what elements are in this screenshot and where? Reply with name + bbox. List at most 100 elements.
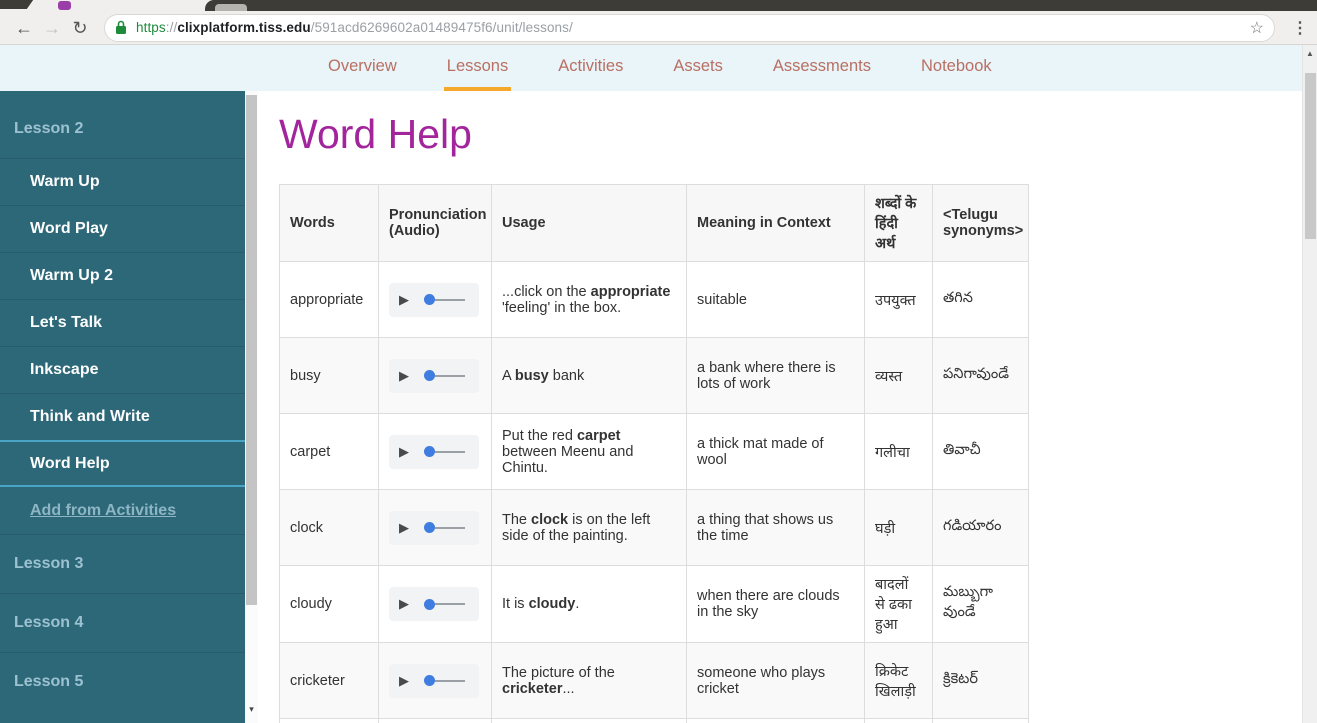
col-header-telugu: <Telugu synonyms> bbox=[932, 184, 1029, 262]
hindi-cell: घड़ी bbox=[864, 489, 933, 566]
audio-seek-track[interactable] bbox=[435, 450, 465, 453]
audio-player[interactable]: ▶ bbox=[389, 434, 479, 469]
audio-player[interactable]: ▶ bbox=[389, 663, 479, 698]
word-cell: appropriate bbox=[279, 261, 379, 338]
audio-seek-knob[interactable] bbox=[424, 370, 435, 381]
sidebar-item-lesson-4[interactable]: Lesson 4 bbox=[0, 593, 245, 652]
sidebar-item-word-play[interactable]: Word Play bbox=[0, 205, 245, 252]
table-row: cloudy ▶ It is cloudy. when there are cl… bbox=[279, 565, 1029, 643]
word-cell: cloudy bbox=[279, 565, 379, 643]
meaning-cell: suitable bbox=[686, 261, 865, 338]
lessons-sidebar: Lesson 2 Warm Up Word Play Warm Up 2 Let… bbox=[0, 91, 245, 723]
sidebar-item-inkscape[interactable]: Inkscape bbox=[0, 346, 245, 393]
sidebar-item-think-and-write[interactable]: Think and Write bbox=[0, 393, 245, 440]
word-help-table: Words Pronunciation (Audio) Usage Meanin… bbox=[279, 184, 1029, 723]
tab-activities[interactable]: Activities bbox=[555, 45, 626, 91]
tab-overview[interactable]: Overview bbox=[325, 45, 400, 91]
sidebar-scroll-down-icon[interactable]: ▾ bbox=[245, 704, 258, 715]
meaning-cell: a thick mat made of wool bbox=[686, 413, 865, 490]
play-icon[interactable]: ▶ bbox=[399, 596, 409, 612]
address-bar[interactable]: https://clixplatform.tiss.edu/591acd6269… bbox=[104, 13, 1275, 42]
hindi-cell: व्यस्त bbox=[864, 337, 933, 414]
sidebar-item-lets-talk[interactable]: Let's Talk bbox=[0, 299, 245, 346]
usage-cell: A busy bank bbox=[491, 337, 687, 414]
sidebar-item-warm-up[interactable]: Warm Up bbox=[0, 158, 245, 205]
forward-icon[interactable]: → bbox=[38, 19, 66, 37]
usage-cell: ...click on the appropriate 'feeling' in… bbox=[491, 261, 687, 338]
word-cell bbox=[279, 718, 379, 723]
url-domain: clixplatform.tiss.edu bbox=[177, 20, 311, 35]
meaning-cell: a cap for throwing bbox=[686, 718, 865, 723]
table-row: clock ▶ The clock is on the left side of… bbox=[279, 489, 1029, 566]
page-scrollbar[interactable]: ▲ bbox=[1302, 45, 1317, 723]
audio-seek-knob[interactable] bbox=[424, 675, 435, 686]
audio-seek-knob[interactable] bbox=[424, 294, 435, 305]
telugu-cell: గడియారం bbox=[932, 489, 1029, 566]
col-header-pronunciation: Pronunciation (Audio) bbox=[378, 184, 492, 262]
col-header-hindi: शब्दों के हिंदी अर्थ bbox=[864, 184, 933, 262]
table-header-row: Words Pronunciation (Audio) Usage Meanin… bbox=[279, 184, 1029, 262]
telugu-cell: తివాచీ bbox=[932, 413, 1029, 490]
url-text: https://clixplatform.tiss.edu/591acd6269… bbox=[136, 20, 573, 35]
audio-seek-track[interactable] bbox=[435, 298, 465, 301]
hindi-cell: उपयुक्त bbox=[864, 261, 933, 338]
tab-lessons[interactable]: Lessons bbox=[443, 45, 512, 91]
play-icon[interactable]: ▶ bbox=[399, 444, 409, 460]
lesson-content: Word Help Words Pronunciation (Audio) Us… bbox=[258, 91, 1302, 723]
meaning-cell: a thing that shows us the time bbox=[686, 489, 865, 566]
col-header-words: Words bbox=[279, 184, 379, 262]
audio-seek-track[interactable] bbox=[435, 374, 465, 377]
sidebar-item-lesson-5[interactable]: Lesson 5 bbox=[0, 652, 245, 711]
tab-assessments[interactable]: Assessments bbox=[770, 45, 874, 91]
usage-cell bbox=[491, 718, 687, 723]
hindi-cell: गलीचा bbox=[864, 413, 933, 490]
telugu-cell: తగిన bbox=[932, 261, 1029, 338]
browser-menu-icon[interactable]: ⋮ bbox=[1287, 18, 1313, 38]
audio-player[interactable]: ▶ bbox=[389, 282, 479, 317]
word-cell: cricketer bbox=[279, 642, 379, 719]
browser-window: ← → ↻ https://clixplatform.tiss.edu/591a… bbox=[0, 0, 1317, 723]
audio-seek-knob[interactable] bbox=[424, 522, 435, 533]
tab-assets[interactable]: Assets bbox=[670, 45, 726, 91]
table-row: carpet ▶ Put the red carpet between Meen… bbox=[279, 413, 1029, 490]
word-cell: carpet bbox=[279, 413, 379, 490]
page-scroll-up-icon[interactable]: ▲ bbox=[1303, 49, 1317, 58]
sidebar-scrollbar-thumb[interactable] bbox=[246, 95, 257, 605]
sidebar-item-warm-up-2[interactable]: Warm Up 2 bbox=[0, 252, 245, 299]
back-icon[interactable]: ← bbox=[10, 19, 38, 37]
audio-seek-track[interactable] bbox=[435, 679, 465, 682]
padlock-icon bbox=[116, 20, 126, 34]
course-tabbar: Overview Lessons Activities Assets Asses… bbox=[0, 45, 1302, 91]
play-icon[interactable]: ▶ bbox=[399, 368, 409, 384]
audio-seek-knob[interactable] bbox=[424, 446, 435, 457]
audio-player[interactable]: ▶ bbox=[389, 358, 479, 393]
audio-player[interactable]: ▶ bbox=[389, 587, 479, 621]
audio-seek-track[interactable] bbox=[435, 526, 465, 529]
window-top-strip bbox=[0, 0, 1317, 11]
telugu-cell bbox=[932, 718, 1029, 723]
page-scrollbar-thumb[interactable] bbox=[1305, 73, 1316, 239]
play-icon[interactable]: ▶ bbox=[399, 292, 409, 308]
sidebar-scrollbar[interactable]: ▾ bbox=[245, 91, 258, 723]
tab-notebook[interactable]: Notebook bbox=[918, 45, 995, 91]
audio-player[interactable]: ▶ bbox=[389, 510, 479, 545]
telugu-cell: పనిగావుండే bbox=[932, 337, 1029, 414]
meaning-cell: a bank where there is lots of work bbox=[686, 337, 865, 414]
audio-seek-track[interactable] bbox=[435, 603, 465, 605]
table-row: busy ▶ A busy bank a bank where there is… bbox=[279, 337, 1029, 414]
play-icon[interactable]: ▶ bbox=[399, 673, 409, 689]
telugu-cell: క్రికెటర్ bbox=[932, 642, 1029, 719]
usage-cell: It is cloudy. bbox=[491, 565, 687, 643]
bookmark-star-icon[interactable]: ☆ bbox=[1250, 18, 1264, 38]
play-icon[interactable]: ▶ bbox=[399, 520, 409, 536]
sidebar-item-add-from-activities[interactable]: Add from Activities bbox=[0, 487, 245, 534]
audio-seek-knob[interactable] bbox=[424, 598, 435, 610]
sidebar-item-lesson-2[interactable]: Lesson 2 bbox=[0, 99, 245, 158]
reload-icon[interactable]: ↻ bbox=[66, 19, 94, 37]
page-title: Word Help bbox=[279, 111, 472, 157]
sidebar-item-lesson-3[interactable]: Lesson 3 bbox=[0, 534, 245, 593]
browser-tab[interactable] bbox=[215, 4, 247, 11]
word-cell: busy bbox=[279, 337, 379, 414]
sidebar-item-word-help[interactable]: Word Help bbox=[0, 440, 245, 487]
col-header-usage: Usage bbox=[491, 184, 687, 262]
